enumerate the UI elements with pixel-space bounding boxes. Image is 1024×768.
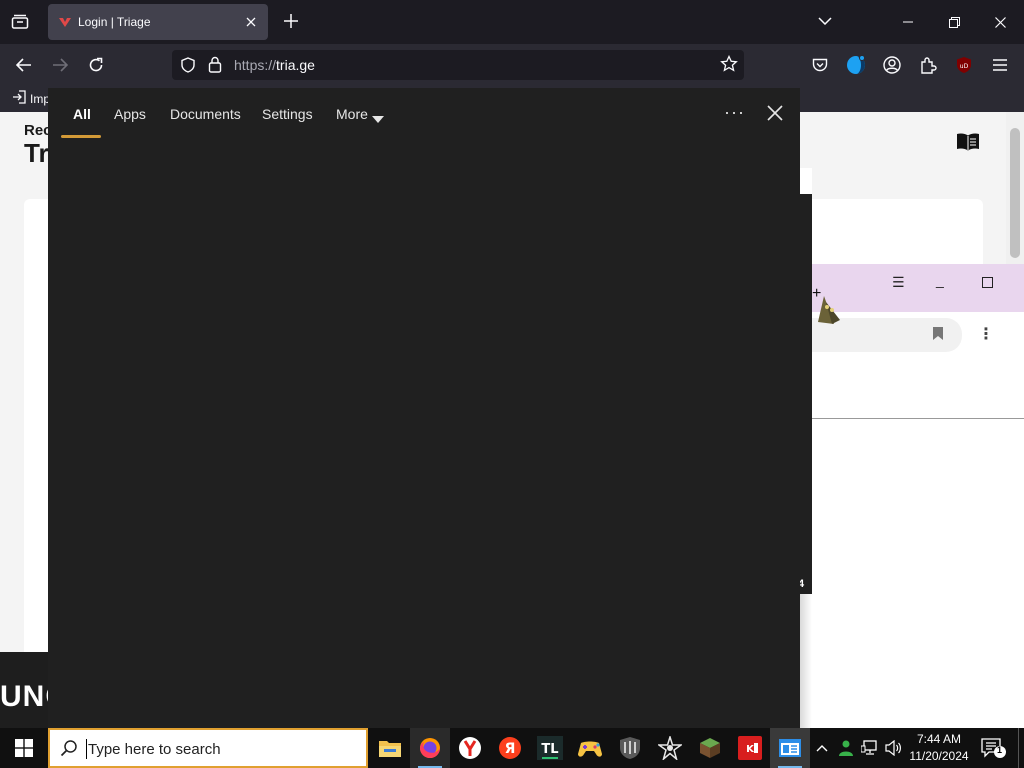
tray-person-icon[interactable] bbox=[836, 738, 856, 758]
world-of-tanks-icon[interactable] bbox=[610, 728, 650, 768]
vpn-extension-icon[interactable] bbox=[843, 52, 869, 78]
start-button[interactable] bbox=[0, 728, 48, 768]
text-caret bbox=[86, 739, 87, 759]
star-game-icon[interactable] bbox=[650, 728, 690, 768]
tracking-protection-shield-icon[interactable] bbox=[180, 57, 196, 76]
chevron-up-icon[interactable] bbox=[812, 738, 832, 758]
docs-book-icon[interactable] bbox=[956, 132, 980, 155]
extensions-puzzle-icon[interactable] bbox=[915, 52, 941, 78]
windows-app-icon[interactable] bbox=[770, 728, 810, 768]
page-scrollbar-thumb[interactable] bbox=[1010, 128, 1020, 258]
minecraft-icon[interactable] bbox=[690, 728, 730, 768]
more-options-icon[interactable]: ··· bbox=[724, 102, 745, 123]
svg-text:K: K bbox=[746, 744, 755, 755]
browser-tab[interactable]: Login | Triage bbox=[48, 4, 268, 40]
search-tab-all[interactable]: All bbox=[73, 106, 91, 122]
close-tab-icon[interactable] bbox=[242, 13, 260, 31]
background-browser-window: ☰ _ ⋮ bbox=[800, 264, 1024, 728]
clock-date: 11/20/2024 bbox=[909, 749, 969, 763]
browser-toolbar: https://tria.ge uD bbox=[0, 44, 1024, 86]
search-icon bbox=[60, 739, 78, 760]
search-tab-settings[interactable]: Settings bbox=[262, 106, 313, 122]
svg-text:TL: TL bbox=[541, 742, 558, 757]
taskbar-search-box[interactable]: Type here to search bbox=[48, 728, 368, 768]
bookmark-import-label: Imp bbox=[30, 91, 51, 106]
pocket-icon[interactable] bbox=[807, 52, 833, 78]
back-icon[interactable] bbox=[11, 52, 37, 78]
url-text[interactable]: https://tria.ge bbox=[234, 57, 315, 73]
menu-icon[interactable]: ☰ bbox=[892, 274, 905, 291]
page-heading-large: Tr bbox=[24, 138, 49, 168]
firefox-icon[interactable] bbox=[410, 728, 450, 768]
notification-count-badge: 1 bbox=[997, 745, 1003, 755]
volume-icon[interactable] bbox=[884, 738, 904, 758]
bookmark-star-icon[interactable] bbox=[720, 54, 738, 76]
address-bar[interactable]: https://tria.ge bbox=[172, 50, 744, 80]
windows-logo-icon bbox=[15, 739, 33, 757]
desktop-pet-icon bbox=[816, 292, 846, 331]
divider bbox=[800, 418, 1024, 419]
yandex-icon[interactable]: Я bbox=[490, 728, 530, 768]
search-tab-documents[interactable]: Documents bbox=[170, 106, 241, 122]
bookmark-icon[interactable] bbox=[932, 326, 944, 344]
chevron-down-icon[interactable] bbox=[814, 10, 836, 32]
minimize-window-icon[interactable] bbox=[888, 6, 928, 38]
tlauncher-icon[interactable]: TL bbox=[530, 728, 570, 768]
yandex-browser-icon[interactable] bbox=[450, 728, 490, 768]
new-tab-icon[interactable] bbox=[280, 10, 302, 32]
lock-icon[interactable] bbox=[208, 56, 222, 76]
caret-down-icon[interactable] bbox=[372, 111, 384, 126]
search-placeholder: Type here to search bbox=[88, 741, 221, 758]
kebab-menu-icon[interactable]: ⋮ bbox=[978, 324, 994, 344]
search-tab-apps[interactable]: Apps bbox=[114, 106, 146, 122]
menu-hamburger-icon[interactable] bbox=[987, 52, 1013, 78]
close-window-icon[interactable] bbox=[980, 6, 1020, 38]
maximize-icon[interactable] bbox=[982, 277, 993, 288]
show-desktop-button[interactable] bbox=[1018, 728, 1024, 768]
kj-app-icon[interactable]: K bbox=[730, 728, 770, 768]
svg-text:uD: uD bbox=[960, 63, 969, 70]
clock-time: 7:44 AM bbox=[916, 732, 962, 746]
minimize-icon[interactable]: _ bbox=[936, 272, 944, 288]
import-icon bbox=[12, 90, 26, 107]
account-icon[interactable] bbox=[879, 52, 905, 78]
background-window-corner bbox=[800, 168, 812, 194]
browser-tab-bar: Login | Triage bbox=[0, 0, 1024, 44]
restore-window-icon[interactable] bbox=[934, 6, 974, 38]
triage-favicon-icon bbox=[58, 15, 72, 29]
forward-icon[interactable] bbox=[47, 52, 73, 78]
close-icon[interactable] bbox=[766, 104, 784, 125]
active-tab-indicator bbox=[61, 135, 101, 138]
tab-title: Login | Triage bbox=[78, 15, 151, 29]
taskbar-clock[interactable]: 7:44 AM 11/20/2024 bbox=[904, 731, 974, 765]
ublock-origin-icon[interactable]: uD bbox=[951, 52, 977, 78]
reload-icon[interactable] bbox=[83, 52, 109, 78]
svg-text:Я: Я bbox=[505, 741, 516, 757]
game-controller-icon[interactable] bbox=[570, 728, 610, 768]
windows-taskbar: Type here to search Я TL K 7:44 AM 11/20… bbox=[0, 728, 1024, 768]
url-protocol: https:// bbox=[234, 57, 277, 73]
url-host: tria.ge bbox=[276, 57, 315, 73]
network-icon[interactable] bbox=[860, 738, 880, 758]
file-explorer-icon[interactable] bbox=[370, 728, 410, 768]
search-tab-more[interactable]: More bbox=[336, 106, 368, 122]
notification-center-icon[interactable]: 1 bbox=[978, 736, 1008, 760]
tab-list-icon[interactable] bbox=[8, 10, 32, 34]
windows-search-panel: All Apps Documents Settings More ··· bbox=[48, 88, 800, 728]
bookmark-import[interactable]: Imp bbox=[12, 90, 50, 107]
